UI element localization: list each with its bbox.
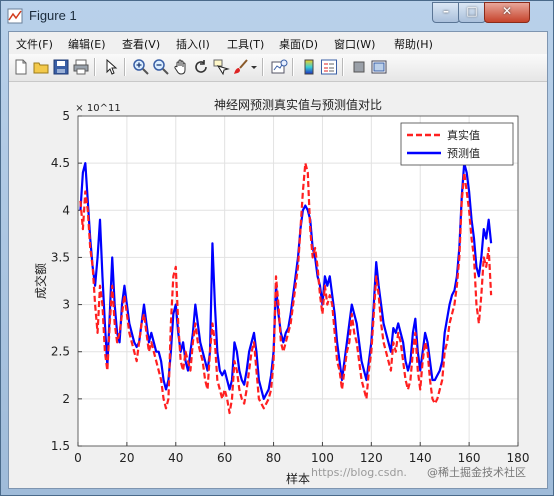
brush-icon[interactable]: [232, 58, 250, 76]
toolbar-separator: [342, 58, 344, 76]
figure-canvas-area: 0 20 40 60 80 100 120 140 160 180 1.5 2 2.5 3 3.5 4 4.5 5…: [9, 82, 547, 488]
watermark-url: https://blog.csdn.: [311, 466, 407, 479]
rotate-3d-icon[interactable]: [192, 58, 210, 76]
menu-view[interactable]: 查看(V): [122, 36, 160, 52]
legend-label-predicted: 预测值: [447, 147, 480, 160]
chart-title: 神经网预测真实值与预测值对比: [214, 97, 382, 112]
toolbar-separator: [292, 58, 294, 76]
y-exponent-label: × 10^11: [75, 103, 120, 114]
x-tick-label: 100: [311, 451, 334, 465]
legend-icon[interactable]: [320, 58, 338, 76]
y-axis-label: 成交额: [33, 263, 48, 299]
new-figure-icon[interactable]: [12, 58, 30, 76]
watermark-brand: @稀土掘金技术社区: [427, 465, 526, 479]
save-icon[interactable]: [52, 58, 70, 76]
data-cursor-icon[interactable]: [212, 58, 230, 76]
plot-area: [78, 116, 518, 446]
y-tick-label: 5: [62, 109, 70, 123]
matlab-figure-icon: [7, 8, 23, 24]
figure-window: Figure 1 – □ ✕ 文件(F) 编辑(E) 查看(V) 插入(I) 工…: [0, 0, 554, 496]
print-icon[interactable]: [72, 58, 90, 76]
title-bar[interactable]: Figure 1 – □ ✕: [1, 1, 553, 31]
x-tick-label: 140: [409, 451, 432, 465]
figure-client-area: 文件(F) 编辑(E) 查看(V) 插入(I) 工具(T) 桌面(D) 窗口(W…: [8, 31, 548, 489]
y-tick-label: 2.5: [51, 345, 70, 359]
menu-insert[interactable]: 插入(I): [176, 36, 210, 52]
maximize-button[interactable]: □: [458, 2, 486, 23]
y-tick-label: 3: [62, 298, 70, 312]
hide-plot-tools-icon[interactable]: [350, 58, 368, 76]
x-tick-label: 80: [266, 451, 281, 465]
y-tick-label: 2: [62, 392, 70, 406]
zoom-in-icon[interactable]: [132, 58, 150, 76]
close-button[interactable]: ✕: [484, 2, 530, 23]
y-tick-label: 4.5: [51, 156, 70, 170]
x-axis-label: 样本: [286, 471, 310, 486]
menu-tools[interactable]: 工具(T): [227, 36, 264, 52]
toolbar-separator: [94, 58, 96, 76]
y-tick-label: 4: [62, 203, 70, 217]
x-tick-label: 20: [119, 451, 134, 465]
pointer-icon[interactable]: [102, 58, 120, 76]
pan-icon[interactable]: [172, 58, 190, 76]
link-plot-icon[interactable]: [270, 58, 288, 76]
chevron-down-icon[interactable]: [250, 58, 258, 76]
y-tick-label: 1.5: [51, 439, 70, 453]
figure-toolbar: [9, 54, 547, 82]
zoom-out-icon[interactable]: [152, 58, 170, 76]
x-tick-label: 40: [168, 451, 183, 465]
menu-edit[interactable]: 编辑(E): [68, 36, 106, 52]
menu-desktop[interactable]: 桌面(D): [279, 36, 318, 52]
open-file-icon[interactable]: [32, 58, 50, 76]
menu-help[interactable]: 帮助(H): [394, 36, 433, 52]
x-tick-label: 60: [217, 451, 232, 465]
x-tick-label: 180: [507, 451, 530, 465]
line-chart[interactable]: 0 20 40 60 80 100 120 140 160 180 1.5 2 2.5 3 3.5 4 4.5 5…: [9, 82, 547, 488]
x-tick-label: 0: [74, 451, 82, 465]
minimize-button[interactable]: –: [432, 2, 460, 23]
y-tick-label: 3.5: [51, 250, 70, 264]
x-tick-label: 120: [360, 451, 383, 465]
toolbar-separator: [262, 58, 264, 76]
show-plot-tools-icon[interactable]: [370, 58, 388, 76]
window-title: Figure 1: [29, 8, 77, 23]
legend-label-actual: 真实值: [447, 128, 480, 142]
toolbar-separator: [124, 58, 126, 76]
menu-file[interactable]: 文件(F): [16, 36, 53, 52]
x-tick-label: 160: [458, 451, 481, 465]
colorbar-icon[interactable]: [300, 58, 318, 76]
legend[interactable]: 真实值 预测值: [400, 122, 514, 166]
menu-bar: 文件(F) 编辑(E) 查看(V) 插入(I) 工具(T) 桌面(D) 窗口(W…: [9, 32, 547, 54]
menu-window[interactable]: 窗口(W): [334, 36, 375, 52]
